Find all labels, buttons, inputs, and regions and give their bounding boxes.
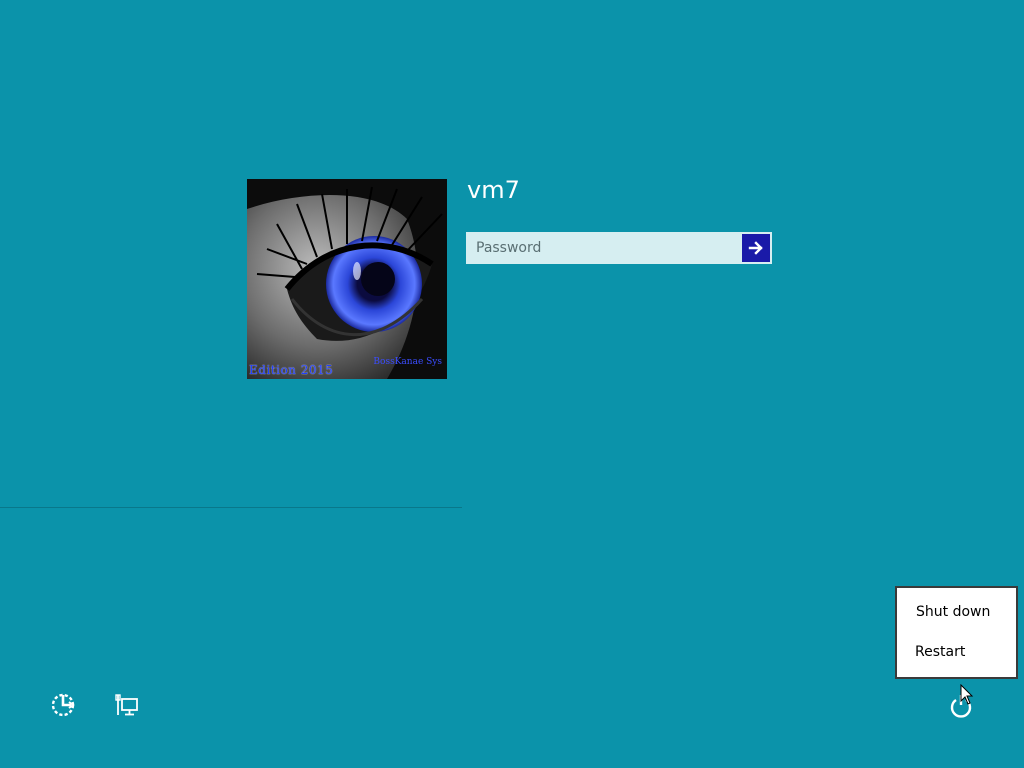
network-button[interactable] (115, 693, 139, 717)
password-input[interactable] (467, 233, 741, 263)
avatar-caption-brand: BossKanae Sys (373, 357, 442, 367)
pointer-cursor-icon (960, 683, 974, 705)
power-menu: Shut down Restart (895, 586, 1018, 679)
password-field[interactable] (466, 232, 772, 264)
ease-of-access-button[interactable] (50, 692, 76, 718)
arrow-right-icon (748, 241, 763, 255)
mouse-cursor (960, 683, 974, 706)
eye-image (247, 179, 447, 379)
ease-of-access-icon (51, 693, 75, 717)
network-icon (115, 694, 138, 716)
screen-artifact-line (0, 507, 462, 508)
submit-button[interactable] (742, 234, 770, 262)
menu-item-shut-down[interactable]: Shut down (897, 594, 1016, 630)
username-label: vm7 (467, 176, 520, 204)
avatar-caption-edition: Edition 2015 (249, 363, 334, 377)
menu-item-restart[interactable]: Restart (897, 634, 1016, 670)
user-avatar: Edition 2015 BossKanae Sys (247, 179, 447, 379)
